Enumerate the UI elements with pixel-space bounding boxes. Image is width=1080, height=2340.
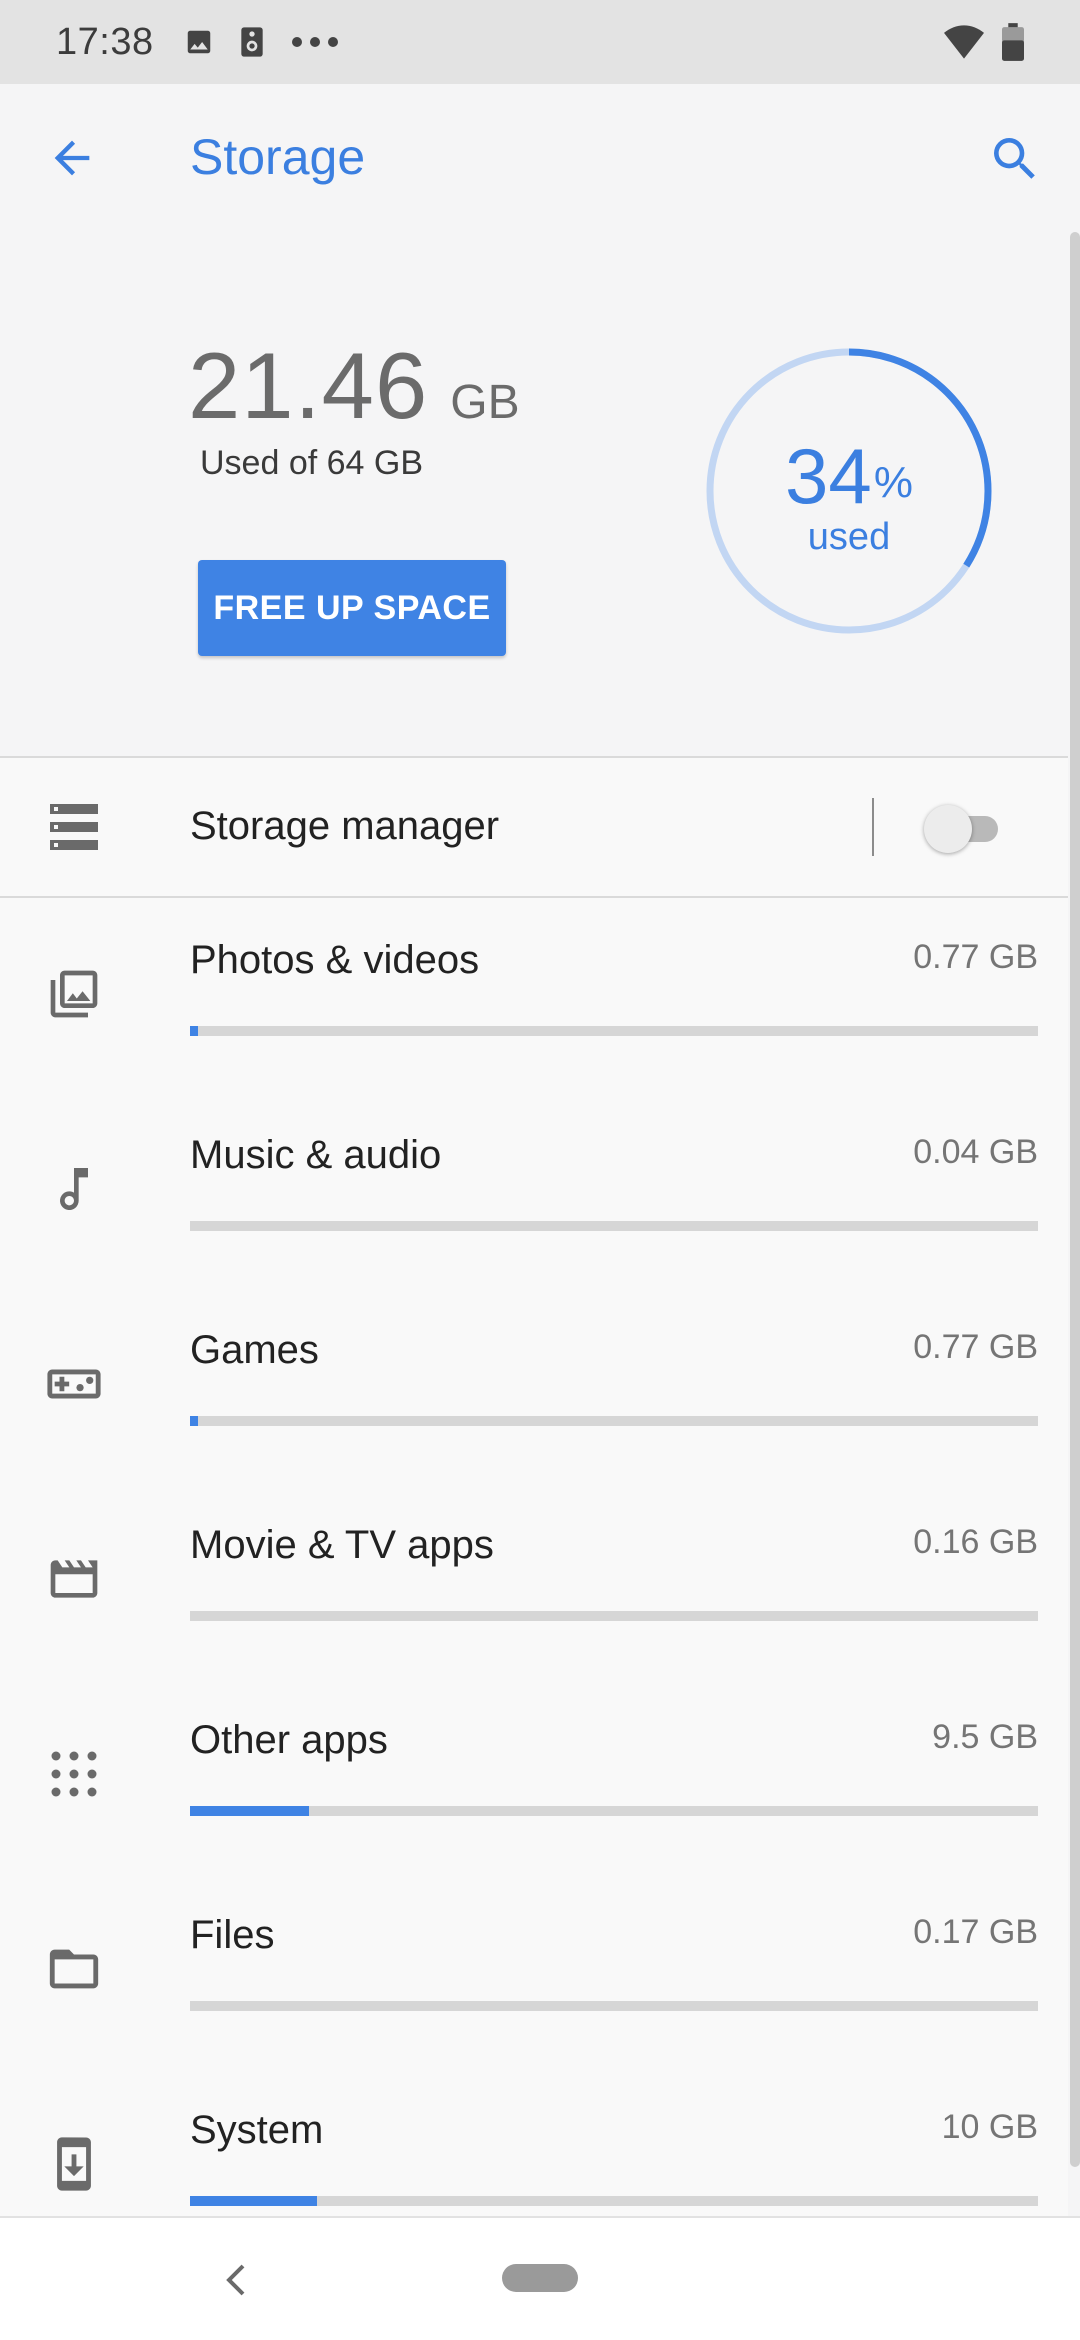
folder-icon bbox=[44, 1939, 104, 1999]
status-time: 17:38 bbox=[56, 20, 154, 63]
more-notifications-icon bbox=[290, 35, 340, 49]
category-label: Files bbox=[190, 1913, 275, 1957]
category-usage-bar bbox=[190, 1026, 1038, 1036]
category-size: 9.5 GB bbox=[932, 1718, 1038, 1756]
category-size: 0.16 GB bbox=[913, 1523, 1038, 1561]
category-size: 0.77 GB bbox=[913, 1328, 1038, 1366]
wifi-icon bbox=[944, 25, 984, 59]
percent-value: 34 bbox=[785, 432, 872, 520]
percent-used: 34 % bbox=[704, 436, 994, 516]
app-toolbar: Storage bbox=[0, 84, 1080, 232]
category-usage-bar bbox=[190, 2196, 1038, 2206]
photo-library-icon bbox=[44, 964, 104, 1024]
image-notification-icon bbox=[184, 27, 214, 57]
row-separator bbox=[872, 798, 874, 856]
music-note-icon bbox=[44, 1159, 104, 1219]
donut-label: 34 % used bbox=[704, 346, 994, 636]
category-label: Photos & videos bbox=[190, 938, 480, 982]
category-usage-bar bbox=[190, 1611, 1038, 1621]
system-update-icon bbox=[44, 2134, 104, 2194]
scroll-indicator[interactable] bbox=[1070, 232, 1080, 2167]
used-unit: GB bbox=[450, 376, 520, 429]
category-row-games[interactable]: Games 0.77 GB bbox=[0, 1288, 1068, 1483]
category-label: Movie & TV apps bbox=[190, 1523, 494, 1567]
storage-manager-toggle[interactable] bbox=[924, 802, 1008, 854]
back-arrow-icon[interactable] bbox=[40, 126, 104, 190]
category-size: 0.17 GB bbox=[913, 1913, 1038, 1951]
category-usage-fill bbox=[190, 1806, 309, 1816]
category-label: System bbox=[190, 2108, 324, 2152]
nav-home-pill[interactable] bbox=[502, 2264, 578, 2292]
category-row-files[interactable]: Files 0.17 GB bbox=[0, 1873, 1068, 2068]
category-usage-fill bbox=[190, 1026, 199, 1036]
storage-manager-icon bbox=[48, 802, 100, 857]
category-row-other-apps[interactable]: Other apps 9.5 GB bbox=[0, 1678, 1068, 1873]
category-label: Music & audio bbox=[190, 1133, 442, 1177]
category-row-photos[interactable]: Photos & videos 0.77 GB bbox=[0, 898, 1068, 1093]
category-row-music[interactable]: Music & audio 0.04 GB bbox=[0, 1093, 1068, 1288]
movie-icon bbox=[44, 1549, 104, 1609]
category-size: 10 GB bbox=[941, 2108, 1038, 2146]
battery-icon bbox=[1002, 23, 1024, 61]
storage-manager-row[interactable]: Storage manager bbox=[0, 758, 1068, 896]
apps-grid-icon bbox=[44, 1744, 104, 1804]
toggle-thumb bbox=[924, 805, 972, 853]
used-value: 21.46 bbox=[188, 333, 429, 438]
category-usage-bar bbox=[190, 2001, 1038, 2011]
gamepad-icon bbox=[44, 1354, 104, 1414]
category-size: 0.77 GB bbox=[913, 938, 1038, 976]
category-row-movies[interactable]: Movie & TV apps 0.16 GB bbox=[0, 1483, 1068, 1678]
category-size: 0.04 GB bbox=[913, 1133, 1038, 1171]
status-notification-icons bbox=[184, 26, 340, 58]
storage-summary: 21.46 GB Used of 64 GB FREE UP SPACE 34 … bbox=[0, 232, 1068, 757]
category-usage-bar bbox=[190, 1221, 1038, 1231]
percent-symbol: % bbox=[873, 458, 913, 507]
storage-manager-label: Storage manager bbox=[190, 804, 500, 848]
speaker-notification-icon bbox=[240, 26, 264, 58]
percent-caption: used bbox=[807, 516, 891, 558]
nav-back-icon[interactable] bbox=[210, 2258, 260, 2302]
used-amount: 21.46 GB bbox=[188, 332, 520, 440]
system-navigation-bar bbox=[0, 2216, 1080, 2340]
used-of-total: Used of 64 GB bbox=[200, 444, 424, 482]
status-bar: 17:38 bbox=[0, 0, 1080, 84]
storage-category-list: Photos & videos 0.77 GB Music & audio 0.… bbox=[0, 898, 1068, 2216]
status-system-icons bbox=[944, 23, 1024, 61]
category-label: Other apps bbox=[190, 1718, 388, 1762]
category-usage-fill bbox=[190, 2196, 318, 2206]
category-usage-bar bbox=[190, 1806, 1038, 1816]
search-icon[interactable] bbox=[980, 124, 1050, 194]
category-usage-bar bbox=[190, 1416, 1038, 1426]
page-title: Storage bbox=[190, 129, 366, 185]
free-up-space-button[interactable]: FREE UP SPACE bbox=[198, 560, 506, 656]
category-usage-fill bbox=[190, 1416, 199, 1426]
storage-screen: 17:38 Storage 21.46 GB Used of 64 GB FRE… bbox=[0, 0, 1080, 2340]
category-label: Games bbox=[190, 1328, 319, 1372]
